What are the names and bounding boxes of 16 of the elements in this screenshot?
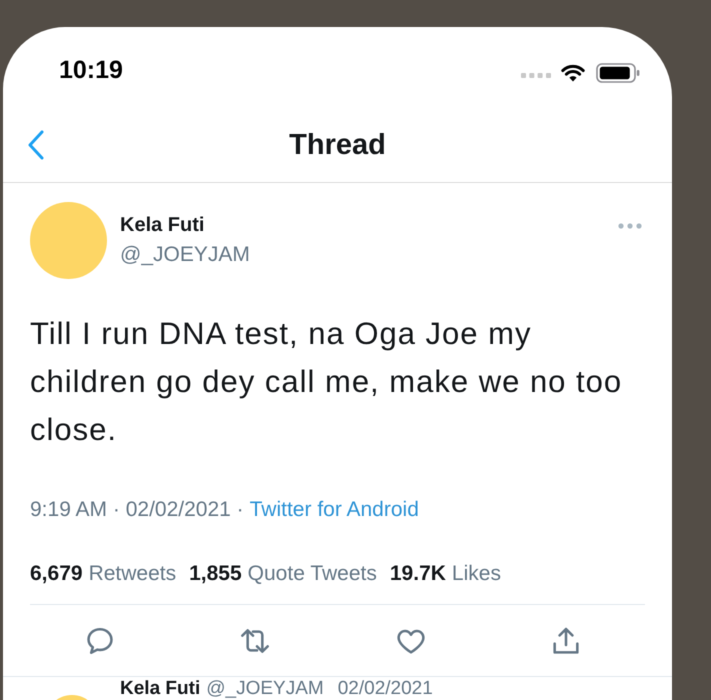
tweet-text: Till I run DNA test, na Oga Joe my children go dey call me, make we no too close. — [30, 315, 624, 449]
tweet-timestamp: 9:19 AM · 02/02/2021 · — [30, 497, 244, 523]
nav-title: Thread — [289, 128, 386, 162]
reply-author-name[interactable]: Kela Futi — [120, 679, 200, 698]
stat-link[interactable]: 19.7K Likes — [390, 560, 501, 588]
back-icon[interactable] — [27, 130, 44, 160]
author-name[interactable]: Kela Futi — [120, 213, 204, 237]
wifi-icon — [561, 64, 585, 82]
reply-date: 02/02/2021 — [338, 679, 433, 698]
stat-link[interactable]: 1,855 Quote Tweets — [189, 560, 377, 588]
reply-author-handle[interactable]: @_JOEYJAM — [206, 679, 324, 698]
battery-icon — [596, 63, 640, 83]
stat-link[interactable]: 6,679 Retweets — [30, 560, 176, 588]
author-handle[interactable]: @_JOEYJAM — [120, 243, 250, 267]
status-time: 10:19 — [59, 57, 123, 83]
signal-icon — [521, 72, 551, 78]
